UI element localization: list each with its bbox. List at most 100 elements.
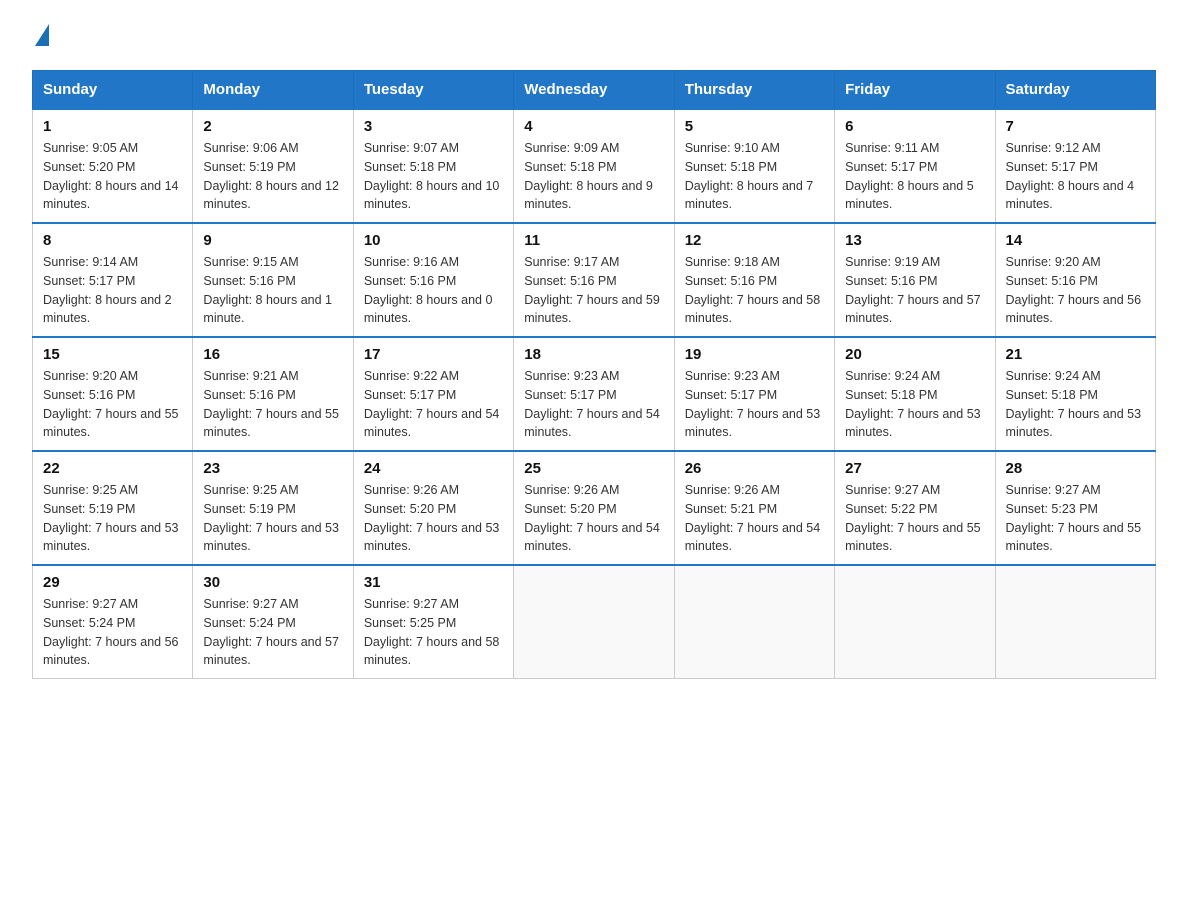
calendar-cell: 31 Sunrise: 9:27 AM Sunset: 5:25 PM Dayl… xyxy=(353,565,513,679)
day-number: 24 xyxy=(364,460,503,477)
day-number: 5 xyxy=(685,118,824,135)
calendar-cell: 17 Sunrise: 9:22 AM Sunset: 5:17 PM Dayl… xyxy=(353,337,513,451)
calendar-cell: 7 Sunrise: 9:12 AM Sunset: 5:17 PM Dayli… xyxy=(995,109,1155,223)
calendar-cell: 13 Sunrise: 9:19 AM Sunset: 5:16 PM Dayl… xyxy=(835,223,995,337)
calendar-cell: 25 Sunrise: 9:26 AM Sunset: 5:20 PM Dayl… xyxy=(514,451,674,565)
day-info: Sunrise: 9:19 AM Sunset: 5:16 PM Dayligh… xyxy=(845,253,984,328)
calendar-cell: 11 Sunrise: 9:17 AM Sunset: 5:16 PM Dayl… xyxy=(514,223,674,337)
day-info: Sunrise: 9:20 AM Sunset: 5:16 PM Dayligh… xyxy=(43,367,182,442)
day-number: 17 xyxy=(364,346,503,363)
day-info: Sunrise: 9:16 AM Sunset: 5:16 PM Dayligh… xyxy=(364,253,503,328)
day-number: 7 xyxy=(1006,118,1145,135)
calendar-cell: 29 Sunrise: 9:27 AM Sunset: 5:24 PM Dayl… xyxy=(33,565,193,679)
calendar-row: 22 Sunrise: 9:25 AM Sunset: 5:19 PM Dayl… xyxy=(33,451,1156,565)
day-number: 26 xyxy=(685,460,824,477)
day-number: 15 xyxy=(43,346,182,363)
day-number: 3 xyxy=(364,118,503,135)
day-number: 22 xyxy=(43,460,182,477)
day-info: Sunrise: 9:27 AM Sunset: 5:23 PM Dayligh… xyxy=(1006,481,1145,556)
day-number: 11 xyxy=(524,232,663,249)
calendar-row: 29 Sunrise: 9:27 AM Sunset: 5:24 PM Dayl… xyxy=(33,565,1156,679)
day-number: 2 xyxy=(203,118,342,135)
calendar-cell: 8 Sunrise: 9:14 AM Sunset: 5:17 PM Dayli… xyxy=(33,223,193,337)
day-number: 10 xyxy=(364,232,503,249)
header-tuesday: Tuesday xyxy=(353,71,513,110)
calendar-row: 8 Sunrise: 9:14 AM Sunset: 5:17 PM Dayli… xyxy=(33,223,1156,337)
calendar-cell xyxy=(674,565,834,679)
day-number: 16 xyxy=(203,346,342,363)
day-info: Sunrise: 9:11 AM Sunset: 5:17 PM Dayligh… xyxy=(845,139,984,214)
day-number: 29 xyxy=(43,574,182,591)
day-info: Sunrise: 9:27 AM Sunset: 5:25 PM Dayligh… xyxy=(364,595,503,670)
day-info: Sunrise: 9:26 AM Sunset: 5:21 PM Dayligh… xyxy=(685,481,824,556)
calendar-cell: 3 Sunrise: 9:07 AM Sunset: 5:18 PM Dayli… xyxy=(353,109,513,223)
day-number: 13 xyxy=(845,232,984,249)
day-info: Sunrise: 9:24 AM Sunset: 5:18 PM Dayligh… xyxy=(1006,367,1145,442)
calendar-cell: 6 Sunrise: 9:11 AM Sunset: 5:17 PM Dayli… xyxy=(835,109,995,223)
calendar-cell: 16 Sunrise: 9:21 AM Sunset: 5:16 PM Dayl… xyxy=(193,337,353,451)
calendar-cell: 18 Sunrise: 9:23 AM Sunset: 5:17 PM Dayl… xyxy=(514,337,674,451)
calendar-cell: 9 Sunrise: 9:15 AM Sunset: 5:16 PM Dayli… xyxy=(193,223,353,337)
calendar-cell: 23 Sunrise: 9:25 AM Sunset: 5:19 PM Dayl… xyxy=(193,451,353,565)
page-header xyxy=(32,24,1156,46)
calendar-row: 1 Sunrise: 9:05 AM Sunset: 5:20 PM Dayli… xyxy=(33,109,1156,223)
day-info: Sunrise: 9:09 AM Sunset: 5:18 PM Dayligh… xyxy=(524,139,663,214)
calendar-cell: 14 Sunrise: 9:20 AM Sunset: 5:16 PM Dayl… xyxy=(995,223,1155,337)
calendar-cell: 22 Sunrise: 9:25 AM Sunset: 5:19 PM Dayl… xyxy=(33,451,193,565)
day-info: Sunrise: 9:23 AM Sunset: 5:17 PM Dayligh… xyxy=(685,367,824,442)
day-info: Sunrise: 9:27 AM Sunset: 5:24 PM Dayligh… xyxy=(203,595,342,670)
header-wednesday: Wednesday xyxy=(514,71,674,110)
day-info: Sunrise: 9:10 AM Sunset: 5:18 PM Dayligh… xyxy=(685,139,824,214)
calendar-cell: 28 Sunrise: 9:27 AM Sunset: 5:23 PM Dayl… xyxy=(995,451,1155,565)
day-info: Sunrise: 9:06 AM Sunset: 5:19 PM Dayligh… xyxy=(203,139,342,214)
day-number: 21 xyxy=(1006,346,1145,363)
day-number: 27 xyxy=(845,460,984,477)
day-number: 1 xyxy=(43,118,182,135)
calendar-cell: 4 Sunrise: 9:09 AM Sunset: 5:18 PM Dayli… xyxy=(514,109,674,223)
day-info: Sunrise: 9:24 AM Sunset: 5:18 PM Dayligh… xyxy=(845,367,984,442)
day-info: Sunrise: 9:26 AM Sunset: 5:20 PM Dayligh… xyxy=(364,481,503,556)
day-number: 18 xyxy=(524,346,663,363)
calendar-cell: 2 Sunrise: 9:06 AM Sunset: 5:19 PM Dayli… xyxy=(193,109,353,223)
day-number: 20 xyxy=(845,346,984,363)
day-number: 19 xyxy=(685,346,824,363)
day-number: 8 xyxy=(43,232,182,249)
calendar-header-row: SundayMondayTuesdayWednesdayThursdayFrid… xyxy=(33,71,1156,110)
calendar-cell: 15 Sunrise: 9:20 AM Sunset: 5:16 PM Dayl… xyxy=(33,337,193,451)
header-thursday: Thursday xyxy=(674,71,834,110)
calendar-table: SundayMondayTuesdayWednesdayThursdayFrid… xyxy=(32,70,1156,679)
header-sunday: Sunday xyxy=(33,71,193,110)
calendar-cell: 12 Sunrise: 9:18 AM Sunset: 5:16 PM Dayl… xyxy=(674,223,834,337)
day-info: Sunrise: 9:17 AM Sunset: 5:16 PM Dayligh… xyxy=(524,253,663,328)
day-info: Sunrise: 9:23 AM Sunset: 5:17 PM Dayligh… xyxy=(524,367,663,442)
calendar-cell xyxy=(995,565,1155,679)
header-monday: Monday xyxy=(193,71,353,110)
day-number: 4 xyxy=(524,118,663,135)
calendar-cell: 21 Sunrise: 9:24 AM Sunset: 5:18 PM Dayl… xyxy=(995,337,1155,451)
day-info: Sunrise: 9:25 AM Sunset: 5:19 PM Dayligh… xyxy=(43,481,182,556)
day-info: Sunrise: 9:27 AM Sunset: 5:24 PM Dayligh… xyxy=(43,595,182,670)
day-info: Sunrise: 9:22 AM Sunset: 5:17 PM Dayligh… xyxy=(364,367,503,442)
calendar-cell: 30 Sunrise: 9:27 AM Sunset: 5:24 PM Dayl… xyxy=(193,565,353,679)
calendar-cell xyxy=(514,565,674,679)
day-info: Sunrise: 9:27 AM Sunset: 5:22 PM Dayligh… xyxy=(845,481,984,556)
day-info: Sunrise: 9:05 AM Sunset: 5:20 PM Dayligh… xyxy=(43,139,182,214)
day-number: 14 xyxy=(1006,232,1145,249)
calendar-cell: 26 Sunrise: 9:26 AM Sunset: 5:21 PM Dayl… xyxy=(674,451,834,565)
header-saturday: Saturday xyxy=(995,71,1155,110)
logo-triangle-icon xyxy=(35,24,49,46)
day-info: Sunrise: 9:12 AM Sunset: 5:17 PM Dayligh… xyxy=(1006,139,1145,214)
logo xyxy=(32,24,49,46)
day-number: 25 xyxy=(524,460,663,477)
day-number: 31 xyxy=(364,574,503,591)
day-info: Sunrise: 9:21 AM Sunset: 5:16 PM Dayligh… xyxy=(203,367,342,442)
day-number: 9 xyxy=(203,232,342,249)
calendar-cell: 24 Sunrise: 9:26 AM Sunset: 5:20 PM Dayl… xyxy=(353,451,513,565)
calendar-cell: 10 Sunrise: 9:16 AM Sunset: 5:16 PM Dayl… xyxy=(353,223,513,337)
calendar-cell: 5 Sunrise: 9:10 AM Sunset: 5:18 PM Dayli… xyxy=(674,109,834,223)
day-info: Sunrise: 9:15 AM Sunset: 5:16 PM Dayligh… xyxy=(203,253,342,328)
header-friday: Friday xyxy=(835,71,995,110)
calendar-cell: 27 Sunrise: 9:27 AM Sunset: 5:22 PM Dayl… xyxy=(835,451,995,565)
calendar-row: 15 Sunrise: 9:20 AM Sunset: 5:16 PM Dayl… xyxy=(33,337,1156,451)
day-number: 12 xyxy=(685,232,824,249)
